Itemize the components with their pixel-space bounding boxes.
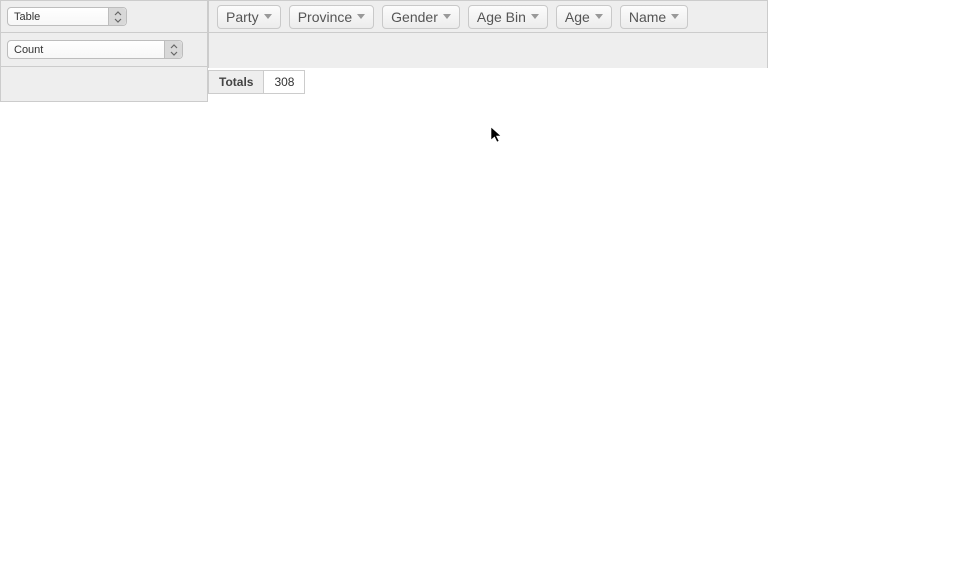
chevron-down-icon — [264, 14, 272, 19]
renderer-select[interactable]: Table — [7, 7, 127, 26]
aggregator-select-label: Count — [14, 44, 43, 56]
attr-label: Party — [226, 9, 259, 25]
chevron-down-icon — [531, 14, 539, 19]
updown-icon — [164, 41, 182, 58]
chevron-down-icon — [357, 14, 365, 19]
attr-province[interactable]: Province — [289, 5, 374, 29]
updown-icon — [108, 8, 126, 25]
renderer-select-label: Table — [14, 11, 40, 23]
attr-name[interactable]: Name — [620, 5, 688, 29]
attr-label: Province — [298, 9, 352, 25]
attr-agebin[interactable]: Age Bin — [468, 5, 548, 29]
cols-dropzone[interactable] — [208, 32, 768, 68]
rows-dropzone[interactable] — [0, 66, 208, 102]
attr-label: Gender — [391, 9, 438, 25]
totals-value: 308 — [264, 71, 305, 94]
attr-party[interactable]: Party — [217, 5, 281, 29]
table-row: Totals 308 — [209, 71, 305, 94]
pivot-table: Totals 308 — [208, 70, 305, 94]
attr-label: Name — [629, 9, 666, 25]
aggregator-select[interactable]: Count — [7, 40, 183, 59]
totals-label: Totals — [209, 71, 264, 94]
renderer-area: Table — [0, 0, 208, 32]
unused-attrs-dropzone[interactable]: Party Province Gender Age Bin Age Name — [208, 0, 768, 32]
chevron-down-icon — [443, 14, 451, 19]
attr-label: Age — [565, 9, 590, 25]
chevron-down-icon — [595, 14, 603, 19]
aggregator-area: Count — [0, 32, 208, 66]
attr-gender[interactable]: Gender — [382, 5, 460, 29]
mouse-cursor-icon — [490, 126, 504, 147]
chevron-down-icon — [671, 14, 679, 19]
attr-label: Age Bin — [477, 9, 526, 25]
attr-age[interactable]: Age — [556, 5, 612, 29]
result-area: Totals 308 — [208, 70, 768, 94]
